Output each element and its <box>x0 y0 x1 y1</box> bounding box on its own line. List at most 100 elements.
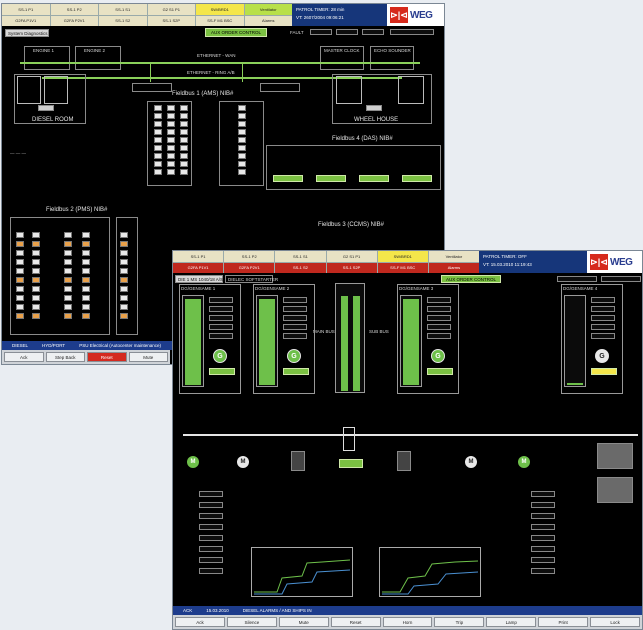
alarm-button-2[interactable]: Mute <box>278 617 329 627</box>
io-module[interactable] <box>82 295 90 301</box>
screen-tab[interactable]: SS-1 S2 <box>275 262 326 273</box>
io-module[interactable] <box>32 286 40 292</box>
io-module[interactable] <box>167 105 175 111</box>
io-module[interactable] <box>167 137 175 143</box>
alarm-button-4[interactable]: Horn <box>382 617 433 627</box>
io-module[interactable] <box>238 145 246 151</box>
io-module[interactable] <box>120 286 128 292</box>
io-module[interactable] <box>120 277 128 283</box>
generator-icon[interactable]: G <box>431 349 445 363</box>
io-module[interactable] <box>167 113 175 119</box>
io-module[interactable] <box>120 295 128 301</box>
router-box-2[interactable] <box>260 83 300 92</box>
screen-tab[interactable]: SS-F M1 BSC <box>196 15 244 26</box>
io-module[interactable] <box>16 268 24 274</box>
io-module[interactable] <box>238 161 246 167</box>
io-module[interactable] <box>154 113 162 119</box>
io-module[interactable] <box>154 169 162 175</box>
aux-order-control-button[interactable]: AUX ORDER CONTROL <box>441 275 501 283</box>
echo-sounder-panel[interactable]: ECHO SOUNDER <box>370 46 414 70</box>
io-module[interactable] <box>167 145 175 151</box>
engine-1-panel[interactable]: ENGINE 1 <box>24 46 70 70</box>
screen-tab[interactable]: G2FA P1V1 <box>173 262 224 273</box>
io-module[interactable] <box>120 304 128 310</box>
screen-tab[interactable]: SW/BRD1 <box>196 4 244 15</box>
screen-tab[interactable]: SS-1 S1 <box>99 4 147 15</box>
screen-tab[interactable]: G2FA P2V1 <box>224 262 275 273</box>
pc-wheelhouse-2[interactable] <box>398 76 424 104</box>
io-module[interactable] <box>238 129 246 135</box>
transformer-1-icon[interactable] <box>291 451 305 471</box>
io-module[interactable] <box>16 232 24 238</box>
screen-tab[interactable]: Ventilator <box>244 4 292 15</box>
io-module[interactable] <box>180 169 188 175</box>
io-module[interactable] <box>82 241 90 247</box>
screen-tab[interactable]: SS-1 S2 <box>99 15 147 26</box>
screen-tab[interactable]: SS-1 S2P <box>147 15 195 26</box>
io-module[interactable] <box>64 268 72 274</box>
io-module[interactable] <box>238 153 246 159</box>
alarm-button-8[interactable]: Lock <box>590 617 641 627</box>
screen-tab[interactable]: Ventilator <box>428 251 479 262</box>
io-module[interactable] <box>82 268 90 274</box>
das-unit-4-button[interactable] <box>402 175 432 182</box>
das-unit-3-button[interactable] <box>359 175 389 182</box>
io-module[interactable] <box>32 295 40 301</box>
io-module[interactable] <box>32 232 40 238</box>
io-module[interactable] <box>82 277 90 283</box>
io-module[interactable] <box>120 241 128 247</box>
screen-tab[interactable]: G2FA P2V1 <box>50 15 98 26</box>
alarm-button-5[interactable]: Trip <box>434 617 485 627</box>
generator-status-button[interactable] <box>427 368 453 375</box>
io-module[interactable] <box>120 259 128 265</box>
ack-button[interactable]: Ack <box>4 352 44 362</box>
screen-tab[interactable]: G2 S1 P1 <box>147 4 195 15</box>
io-module[interactable] <box>238 105 246 111</box>
io-module[interactable] <box>64 250 72 256</box>
io-module[interactable] <box>180 121 188 127</box>
io-module[interactable] <box>167 129 175 135</box>
io-module[interactable] <box>154 145 162 151</box>
io-module[interactable] <box>167 161 175 167</box>
pc-diesel-1[interactable] <box>17 76 41 104</box>
screen-tab[interactable]: SW/BRD1 <box>377 251 428 262</box>
screen-tab[interactable]: SS-1 P2 <box>224 251 275 262</box>
io-module[interactable] <box>32 277 40 283</box>
mode-field-2[interactable] <box>601 276 641 282</box>
engine-2-panel[interactable]: ENGINE 2 <box>75 46 121 70</box>
external-panel-1[interactable] <box>597 443 633 469</box>
fault-field-2[interactable] <box>336 29 358 35</box>
io-module[interactable] <box>82 232 90 238</box>
io-module[interactable] <box>16 250 24 256</box>
io-module[interactable] <box>82 286 90 292</box>
generator-icon[interactable]: G <box>213 349 227 363</box>
screen-tab[interactable]: G2 S1 P1 <box>326 251 377 262</box>
io-module[interactable] <box>82 304 90 310</box>
io-module[interactable] <box>64 277 72 283</box>
io-module[interactable] <box>180 137 188 143</box>
io-module[interactable] <box>16 313 24 319</box>
io-module[interactable] <box>16 241 24 247</box>
io-module[interactable] <box>32 259 40 265</box>
motor-1-icon[interactable]: M <box>187 456 199 468</box>
io-module[interactable] <box>120 250 128 256</box>
io-module[interactable] <box>238 169 246 175</box>
screen-tab-bar[interactable]: SS-1 P1 SS-1 P2 SS-1 S1 G2 S1 P1 SW/BRD1 Vent… <box>173 251 479 273</box>
io-module[interactable] <box>64 232 72 238</box>
screen-tab[interactable]: SS-1 S1 <box>275 251 326 262</box>
io-module[interactable] <box>120 268 128 274</box>
io-module[interactable] <box>64 241 72 247</box>
generator-icon[interactable]: G <box>595 349 609 363</box>
generator-status-button[interactable] <box>283 368 309 375</box>
io-module[interactable] <box>120 232 128 238</box>
screen-tab[interactable]: SS-1 P1 <box>173 251 224 262</box>
io-module[interactable] <box>154 161 162 167</box>
io-module[interactable] <box>82 250 90 256</box>
io-module[interactable] <box>32 241 40 247</box>
trend-chart-2[interactable] <box>379 547 481 597</box>
das-unit-1-button[interactable] <box>273 175 303 182</box>
master-clock-panel[interactable]: MASTER CLOCK <box>320 46 364 70</box>
io-module[interactable] <box>32 304 40 310</box>
io-module[interactable] <box>180 145 188 151</box>
reset-button[interactable]: Reset <box>87 352 127 362</box>
